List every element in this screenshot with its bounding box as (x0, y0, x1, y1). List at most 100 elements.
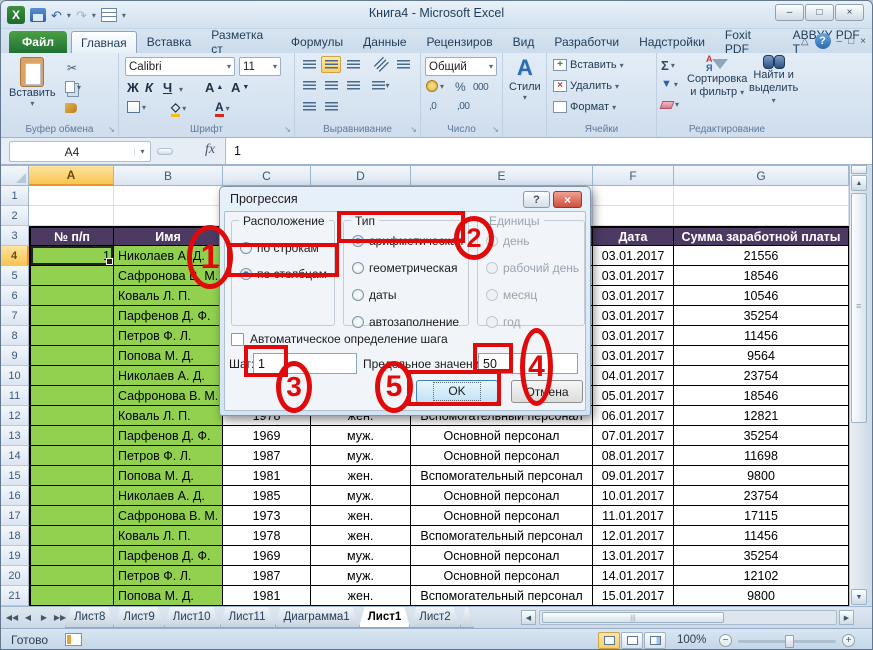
cut-button[interactable]: ✂ (67, 61, 77, 75)
zoom-out-icon[interactable]: − (719, 634, 732, 647)
zoom-slider-thumb[interactable] (785, 635, 794, 648)
vertical-scroll-thumb[interactable] (851, 193, 867, 423)
cell-F5[interactable]: 03.01.2017 (593, 266, 674, 286)
cell-F1[interactable] (593, 186, 674, 206)
cell-A14[interactable] (29, 446, 114, 466)
cell-A16[interactable] (29, 486, 114, 506)
column-header-C[interactable]: C (223, 165, 311, 186)
row-header-19[interactable]: 19 (1, 546, 29, 566)
ribbon-tab-4[interactable]: Формулы (281, 31, 353, 53)
font-color-button[interactable]: А▾ (215, 101, 230, 117)
doc-minimize-icon[interactable]: – (837, 36, 843, 47)
fill-button[interactable]: ▼▾ (661, 78, 678, 90)
sort-filter-button[interactable]: АЯ Сортировкаи фильтр ▾ (687, 55, 747, 98)
copy-button[interactable]: ▾ (65, 81, 81, 93)
align-top-icon[interactable] (299, 56, 319, 73)
percent-button[interactable]: % (455, 80, 466, 94)
normal-view-icon[interactable] (598, 632, 620, 649)
cell-F9[interactable]: 03.01.2017 (593, 346, 674, 366)
cell-B2[interactable] (114, 206, 223, 226)
zoom-in-icon[interactable]: + (842, 634, 855, 647)
cell-D15[interactable]: жен. (311, 466, 411, 486)
cell-A8[interactable] (29, 326, 114, 346)
auto-step-checkbox[interactable] (231, 333, 244, 346)
cell-A10[interactable] (29, 366, 114, 386)
row-header-8[interactable]: 8 (1, 326, 29, 346)
insert-cells-button[interactable]: +Вставить▾ (553, 59, 624, 71)
cell-D14[interactable]: муж. (311, 446, 411, 466)
align-middle-icon[interactable] (321, 56, 341, 73)
cell-A1[interactable] (29, 186, 114, 206)
cell-D17[interactable]: жен. (311, 506, 411, 526)
cell-A12[interactable] (29, 406, 114, 426)
scroll-up-icon[interactable]: ▲ (851, 175, 867, 191)
cell-A19[interactable] (29, 546, 114, 566)
row-header-18[interactable]: 18 (1, 526, 29, 546)
insert-sheet-tab[interactable] (460, 607, 474, 628)
cell-A5[interactable] (29, 266, 114, 286)
cell-G18[interactable]: 11456 (674, 526, 849, 546)
cell-A11[interactable] (29, 386, 114, 406)
collapse-ribbon-icon[interactable]: △ (801, 36, 809, 47)
sheet-tab-5[interactable]: Диаграмма1 (275, 607, 359, 628)
cell-F12[interactable]: 06.01.2017 (593, 406, 674, 426)
cell-A20[interactable] (29, 566, 114, 586)
italic-button[interactable]: К (145, 80, 153, 95)
cell-F21[interactable]: 15.01.2017 (593, 586, 674, 606)
fill-color-button[interactable]: ◇▾ (171, 101, 186, 117)
cell-A2[interactable] (29, 206, 114, 226)
cell-F2[interactable] (593, 206, 674, 226)
dialog-close-icon[interactable]: × (553, 191, 582, 208)
find-select-button[interactable]: Найти ивыделить ▾ (749, 55, 798, 107)
cell-G12[interactable]: 12821 (674, 406, 849, 426)
increase-indent-icon[interactable] (321, 98, 341, 115)
cell-F11[interactable]: 05.01.2017 (593, 386, 674, 406)
shrink-font-button[interactable]: А▼ (231, 80, 249, 95)
row-header-1[interactable]: 1 (1, 186, 29, 206)
cell-F6[interactable]: 03.01.2017 (593, 286, 674, 306)
clear-button[interactable]: ▾ (661, 100, 679, 109)
cell-F19[interactable]: 13.01.2017 (593, 546, 674, 566)
cell-D20[interactable]: муж. (311, 566, 411, 586)
currency-button[interactable]: ▾ (426, 80, 444, 92)
cell-C15[interactable]: 1981 (223, 466, 311, 486)
doc-restore-icon[interactable]: □ (848, 36, 854, 47)
cell-D19[interactable]: муж. (311, 546, 411, 566)
row-header-10[interactable]: 10 (1, 366, 29, 386)
cell-C16[interactable]: 1985 (223, 486, 311, 506)
zoom-level[interactable]: 100% (677, 634, 706, 646)
borders-button[interactable]: ▾ (127, 101, 146, 113)
grow-font-button[interactable]: А▲ (205, 80, 223, 95)
cell-A17[interactable] (29, 506, 114, 526)
sheet-tab-1[interactable]: Лист8 (65, 607, 114, 628)
cell-G19[interactable]: 35254 (674, 546, 849, 566)
cell-D18[interactable]: жен. (311, 526, 411, 546)
cell-C21[interactable]: 1981 (223, 586, 311, 606)
cell-E17[interactable]: Основной персонал (411, 506, 593, 526)
cell-G7[interactable]: 35254 (674, 306, 849, 326)
cell-F17[interactable]: 11.01.2017 (593, 506, 674, 526)
cell-D16[interactable]: муж. (311, 486, 411, 506)
cell-B14[interactable]: Петров Ф. Л. (114, 446, 223, 466)
cell-F8[interactable]: 03.01.2017 (593, 326, 674, 346)
cell-G17[interactable]: 17115 (674, 506, 849, 526)
macro-record-icon[interactable] (65, 633, 82, 646)
row-header-13[interactable]: 13 (1, 426, 29, 446)
cell-F18[interactable]: 12.01.2017 (593, 526, 674, 546)
minimize-button[interactable]: – (775, 4, 804, 21)
row-header-7[interactable]: 7 (1, 306, 29, 326)
cell-G8[interactable]: 11456 (674, 326, 849, 346)
row-header-12[interactable]: 12 (1, 406, 29, 426)
bold-button[interactable]: Ж (127, 80, 139, 95)
paste-button[interactable]: Вставить ▾ (9, 57, 56, 108)
column-header-A[interactable]: A (29, 165, 114, 186)
cell-B8[interactable]: Петров Ф. Л. (114, 326, 223, 346)
cell-G4[interactable]: 21556 (674, 246, 849, 266)
prev-sheet-icon[interactable]: ◀ (21, 610, 35, 625)
increase-decimal-button[interactable]: ,0 (429, 101, 436, 112)
row-header-5[interactable]: 5 (1, 266, 29, 286)
radio-option-4[interactable]: автозаполнение (352, 315, 459, 329)
styles-button[interactable]: A Стили ▾ (509, 55, 541, 102)
name-box[interactable]: A4▾ (9, 141, 151, 162)
cell-G5[interactable]: 18546 (674, 266, 849, 286)
